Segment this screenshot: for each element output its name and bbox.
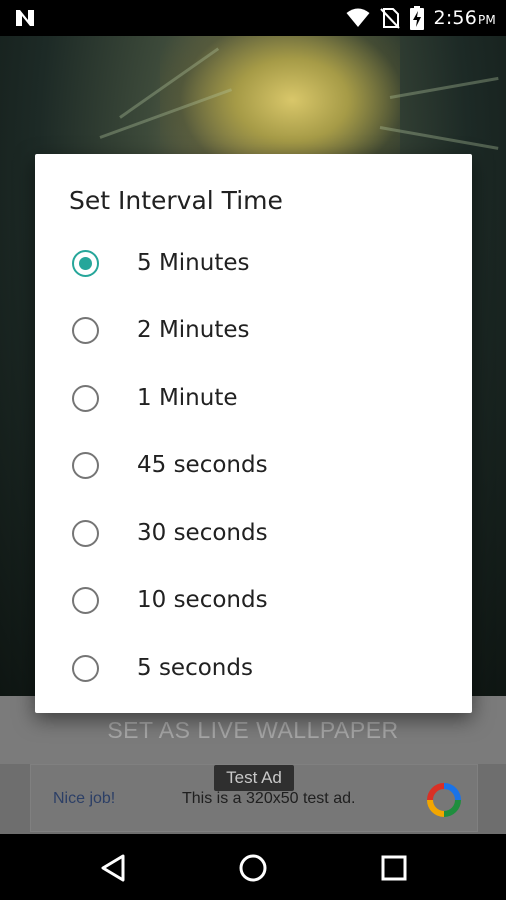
- option-2-minutes[interactable]: 2 Minutes: [35, 297, 472, 364]
- option-label: 5 seconds: [137, 655, 253, 681]
- option-5-seconds[interactable]: 5 seconds: [35, 635, 472, 702]
- interval-time-dialog: Set Interval Time 5 Minutes 2 Minutes 1 …: [35, 154, 472, 713]
- option-label: 1 Minute: [137, 385, 238, 411]
- radio-button[interactable]: [72, 655, 99, 682]
- navigation-bar: [0, 834, 506, 900]
- option-45-seconds[interactable]: 45 seconds: [35, 432, 472, 499]
- option-label: 30 seconds: [137, 520, 268, 546]
- status-bar: 2:56PM: [0, 0, 506, 36]
- option-label: 10 seconds: [137, 587, 268, 613]
- dialog-title: Set Interval Time: [69, 186, 283, 215]
- option-10-seconds[interactable]: 10 seconds: [35, 567, 472, 634]
- no-sim-icon: [379, 8, 400, 29]
- ad-headline: Nice job!: [53, 790, 116, 807]
- option-label: 45 seconds: [137, 452, 268, 478]
- option-30-seconds[interactable]: 30 seconds: [35, 500, 472, 567]
- ad-logo-icon: [427, 783, 461, 817]
- option-label: 2 Minutes: [137, 317, 250, 343]
- test-ad-tag: Test Ad: [214, 765, 294, 791]
- home-icon[interactable]: [238, 853, 268, 883]
- ad-text: This is a 320x50 test ad.: [182, 790, 356, 807]
- radio-button[interactable]: [72, 587, 99, 614]
- notification-n-icon: [16, 10, 34, 26]
- option-5-minutes[interactable]: 5 Minutes: [35, 230, 472, 297]
- option-label: 5 Minutes: [137, 250, 250, 276]
- radio-button[interactable]: [72, 385, 99, 412]
- wifi-icon: [346, 8, 370, 27]
- battery-charging-icon: [409, 6, 424, 30]
- radio-button[interactable]: [72, 317, 99, 344]
- clock: 2:56PM: [433, 7, 496, 29]
- radio-button[interactable]: [72, 452, 99, 479]
- radio-button[interactable]: [72, 520, 99, 547]
- set-live-wallpaper-label: SET AS LIVE WALLPAPER: [107, 716, 399, 743]
- option-1-minute[interactable]: 1 Minute: [35, 365, 472, 432]
- recents-icon[interactable]: [380, 853, 408, 883]
- back-icon[interactable]: [99, 853, 127, 883]
- radio-button[interactable]: [72, 250, 99, 277]
